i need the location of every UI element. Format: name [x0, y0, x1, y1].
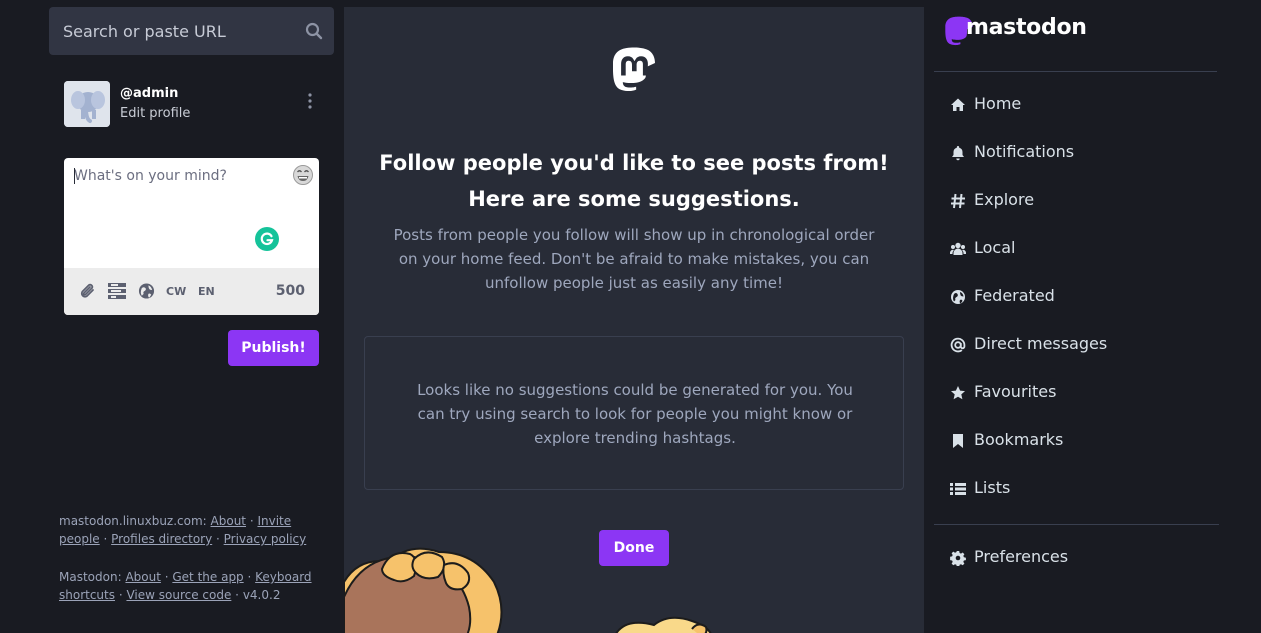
- home-icon: [951, 98, 965, 111]
- compose-textarea[interactable]: [64, 158, 319, 268]
- bell-icon: [952, 146, 964, 161]
- navigation-column: mastodon Home Notifications Explore Loca…: [934, 0, 1219, 633]
- nav-divider: [934, 524, 1219, 525]
- publish-button[interactable]: Publish!: [228, 330, 319, 366]
- footer-app-name: Mastodon: [59, 570, 118, 584]
- character-counter: 500: [275, 283, 305, 299]
- footer-domain: mastodon.linuxbuz.com: [59, 514, 203, 528]
- account-handle[interactable]: @admin: [120, 86, 178, 101]
- bookmark-icon: [953, 434, 963, 448]
- empty-suggestions-message: Looks like no suggestions could be gener…: [417, 381, 853, 447]
- nav-label: Bookmarks: [974, 430, 1064, 449]
- paperclip-icon[interactable]: [80, 282, 96, 300]
- profile-card: @admin Edit profile: [64, 81, 324, 127]
- footer-about-link[interactable]: About: [211, 514, 246, 528]
- compose-column: @admin Edit profile: [49, 7, 334, 602]
- nav-item-lists[interactable]: Lists: [934, 465, 1219, 513]
- nav-item-explore[interactable]: Explore: [934, 177, 1219, 225]
- brand-wordmark: mastodon: [966, 15, 1087, 40]
- avatar[interactable]: [64, 81, 110, 127]
- users-icon: [950, 242, 966, 255]
- nav-item-federated[interactable]: Federated: [934, 273, 1219, 321]
- nav-item-favourites[interactable]: Favourites: [934, 369, 1219, 417]
- nav-item-bookmarks[interactable]: Bookmarks: [934, 417, 1219, 465]
- onboarding-headline: Follow people you'd like to see posts fr…: [344, 145, 924, 217]
- edit-profile-link[interactable]: Edit profile: [120, 106, 190, 121]
- search-box: [49, 7, 334, 55]
- footer-profiles-directory-link[interactable]: Profiles directory: [111, 532, 212, 546]
- footer-source-link[interactable]: View source code: [126, 588, 231, 602]
- nav-label: Direct messages: [974, 334, 1108, 353]
- nav-label: Notifications: [974, 142, 1075, 161]
- footer-server: mastodon.linuxbuz.com: About · Invite pe…: [59, 514, 307, 546]
- nav-label: Preferences: [974, 547, 1069, 566]
- emoji-picker-icon[interactable]: [292, 164, 314, 186]
- star-icon: [951, 386, 965, 400]
- grammarly-icon[interactable]: [255, 227, 279, 251]
- headline-line-2: Here are some suggestions.: [468, 187, 800, 211]
- nav-item-preferences[interactable]: Preferences: [934, 534, 1219, 582]
- nav-label: Local: [974, 238, 1016, 257]
- search-input[interactable]: [49, 7, 334, 55]
- kebab-menu-icon[interactable]: [308, 93, 312, 109]
- nav-divider: [934, 71, 1217, 72]
- onboarding-panel: Follow people you'd like to see posts fr…: [344, 7, 924, 633]
- compose-form: CW EN 500: [64, 158, 319, 315]
- poll-icon[interactable]: [108, 282, 126, 300]
- nav-label: Favourites: [974, 382, 1057, 401]
- nav-label: Explore: [974, 190, 1035, 209]
- nav-item-notifications[interactable]: Notifications: [934, 129, 1219, 177]
- footer-app: Mastodon: About · Get the app · Keyboard…: [59, 570, 312, 602]
- footer: mastodon.linuxbuz.com: About · Invite pe…: [59, 512, 334, 624]
- headline-line-1: Follow people you'd like to see posts fr…: [379, 151, 889, 175]
- suggestions-empty-box: Looks like no suggestions could be gener…: [364, 336, 904, 490]
- nav-item-local[interactable]: Local: [934, 225, 1219, 273]
- gear-icon: [950, 551, 966, 566]
- language-button[interactable]: EN: [198, 285, 215, 298]
- globe-icon: [951, 290, 965, 304]
- nav-label: Lists: [974, 478, 1011, 497]
- compose-toolbar: CW EN 500: [64, 268, 319, 315]
- content-warning-button[interactable]: CW: [166, 285, 186, 298]
- nav-label: Home: [974, 94, 1022, 113]
- nav-item-direct-messages[interactable]: Direct messages: [934, 321, 1219, 369]
- footer-privacy-link[interactable]: Privacy policy: [224, 532, 307, 546]
- search-icon[interactable]: [304, 21, 324, 41]
- nav-label: Federated: [974, 286, 1055, 305]
- footer-get-app-link[interactable]: Get the app: [172, 570, 243, 584]
- nav-item-home[interactable]: Home: [934, 81, 1219, 129]
- text-caret: [74, 168, 75, 184]
- onboarding-lead-text: Posts from people you follow will show u…: [393, 226, 875, 292]
- at-icon: [950, 337, 966, 353]
- globe-icon[interactable]: [138, 282, 155, 300]
- footer-app-about-link[interactable]: About: [125, 570, 160, 584]
- list-icon: [950, 483, 966, 495]
- elephant-friend-illustration: [344, 547, 712, 633]
- hashtag-icon: [951, 193, 965, 209]
- mastodon-logo-icon: [613, 47, 655, 92]
- footer-version: v4.0.2: [242, 588, 281, 602]
